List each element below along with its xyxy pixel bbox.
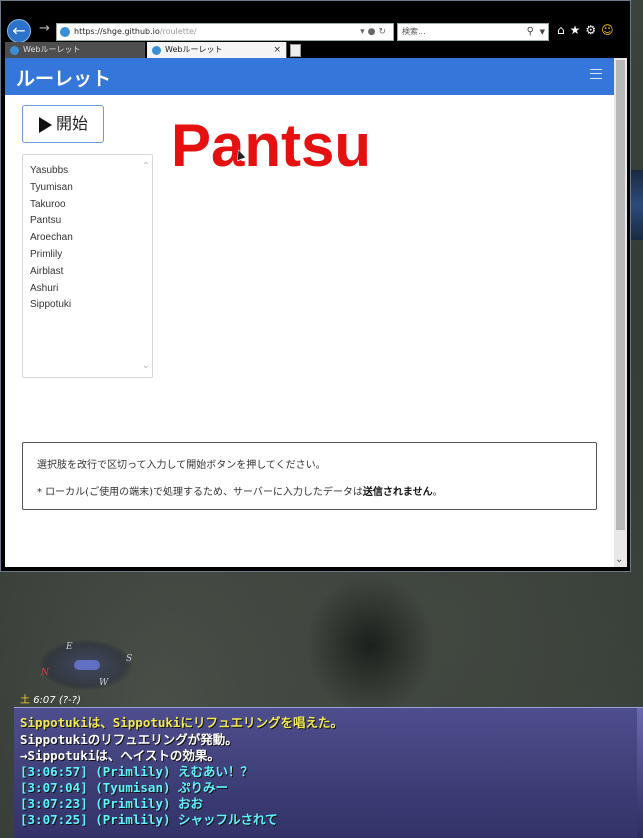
compass-east: E (66, 642, 73, 652)
url-host: https://shge.github.io (74, 27, 160, 36)
tab-active[interactable]: Webルーレット × (147, 42, 287, 59)
scroll-up-icon[interactable]: ⌃ (142, 161, 150, 172)
address-tools-icons[interactable]: ▾●↻ (360, 24, 389, 40)
tab-favicon-icon (152, 46, 161, 55)
help-privacy-suffix: 。 (432, 487, 443, 498)
search-placeholder: 検索... (402, 27, 426, 36)
compass-south: S (126, 654, 133, 664)
scrollbar-thumb[interactable] (616, 60, 625, 530)
choice-item: Pantsu (30, 215, 62, 227)
settings-gear-icon[interactable]: ⚙ (585, 23, 601, 37)
game-compass: N E S W (40, 640, 132, 690)
browser-scrollbar[interactable]: ⌄ (614, 58, 627, 567)
game-clock: 土 6:07 (?-?) (20, 691, 81, 706)
browser-navigation-bar: ← → https://shge.github.io/roulette/ ▾●↻… (1, 17, 632, 43)
tab-favicon-icon (10, 46, 19, 55)
hamburger-menu-icon[interactable] (590, 69, 602, 79)
search-dropdown-icon[interactable]: ▼ (540, 24, 545, 40)
help-privacy-prefix: * ローカル(ご使用の端末)で処理するため、サーバーに入力したデータは (37, 487, 363, 498)
home-icon[interactable]: ⌂ (557, 23, 570, 37)
feedback-smiley-icon[interactable]: ☺ (601, 23, 619, 37)
address-bar[interactable]: https://shge.github.io/roulette/ ▾●↻ (56, 23, 394, 41)
choice-item: Yasubbs (30, 165, 69, 176)
url-path: /roulette/ (159, 27, 197, 36)
choice-item: Primlily (30, 248, 63, 260)
choice-item: Takuroo (30, 198, 66, 210)
back-arrow-icon[interactable]: ← (7, 19, 31, 43)
help-text-privacy: * ローカル(ご使用の端末)で処理するため、サーバーに入力したデータは送信されま… (37, 483, 443, 498)
tab-inactive[interactable]: Webルーレット (5, 42, 145, 59)
start-button-label: 開始 (56, 114, 89, 133)
chat-line: [3:07:25] (Primlily) シャッフルされて (20, 812, 278, 827)
help-text-instructions: 選択肢を改行で区切って入力して開始ボタンを押してください。 (37, 460, 326, 471)
chat-scrollbar[interactable] (637, 708, 643, 838)
compass-marker-icon (74, 660, 100, 670)
game-character-shadow (300, 570, 440, 720)
compass-north: N (41, 668, 49, 678)
tab-label: Webルーレット (165, 45, 223, 54)
compass-west: W (99, 678, 109, 688)
new-tab-icon[interactable] (290, 44, 301, 57)
help-panel: 選択肢を改行で区切って入力して開始ボタンを押してください。 * ローカル(ご使用… (22, 442, 597, 510)
choice-item: Airblast (30, 265, 64, 277)
search-box[interactable]: 検索... ⚲ ▼ (397, 23, 549, 41)
close-tab-icon[interactable]: × (273, 42, 281, 58)
tab-label: Webルーレット (23, 45, 81, 54)
forward-arrow-icon[interactable]: → (39, 21, 50, 36)
start-button[interactable]: 開始 (22, 105, 104, 143)
clock-time: 6:07 (?-?) (33, 695, 81, 706)
favorites-star-icon[interactable]: ★ (570, 23, 586, 37)
site-favicon-icon (60, 27, 70, 37)
site-brand[interactable]: ルーレット (16, 64, 111, 91)
page-viewport: ルーレット 開始 Pantsu Yasubbs Tyumisan Takuroo Pa… (5, 58, 614, 567)
choice-item: Tyumisan (30, 181, 73, 193)
scroll-down-arrow-icon[interactable]: ⌄ (615, 554, 623, 565)
search-icon[interactable]: ⚲ (527, 24, 534, 40)
scroll-down-icon[interactable]: ⌄ (142, 360, 150, 371)
browser-toolbar-icons: ⌂★⚙☺ (557, 23, 619, 37)
clock-day: 土 (20, 695, 30, 706)
roulette-result: Pantsu (171, 112, 372, 179)
choice-item: Ashuri (30, 282, 59, 294)
game-chat-log: Sippotukiは、Sippotukiにリフュエリングを唱えた。 Sippot… (14, 707, 643, 838)
choice-item: Sippotuki (30, 299, 72, 311)
choices-textarea[interactable]: Yasubbs Tyumisan Takuroo Pantsu Aroechan Prim… (22, 154, 153, 378)
choices-list: Yasubbs Tyumisan Takuroo Pantsu Aroechan Prim… (30, 163, 73, 314)
play-icon (39, 117, 52, 133)
tab-bar: Webルーレット Webルーレット × (1, 42, 632, 59)
choice-item: Aroechan (30, 232, 73, 244)
site-navbar: ルーレット (5, 58, 614, 95)
help-privacy-emphasis: 送信されません (362, 487, 433, 498)
